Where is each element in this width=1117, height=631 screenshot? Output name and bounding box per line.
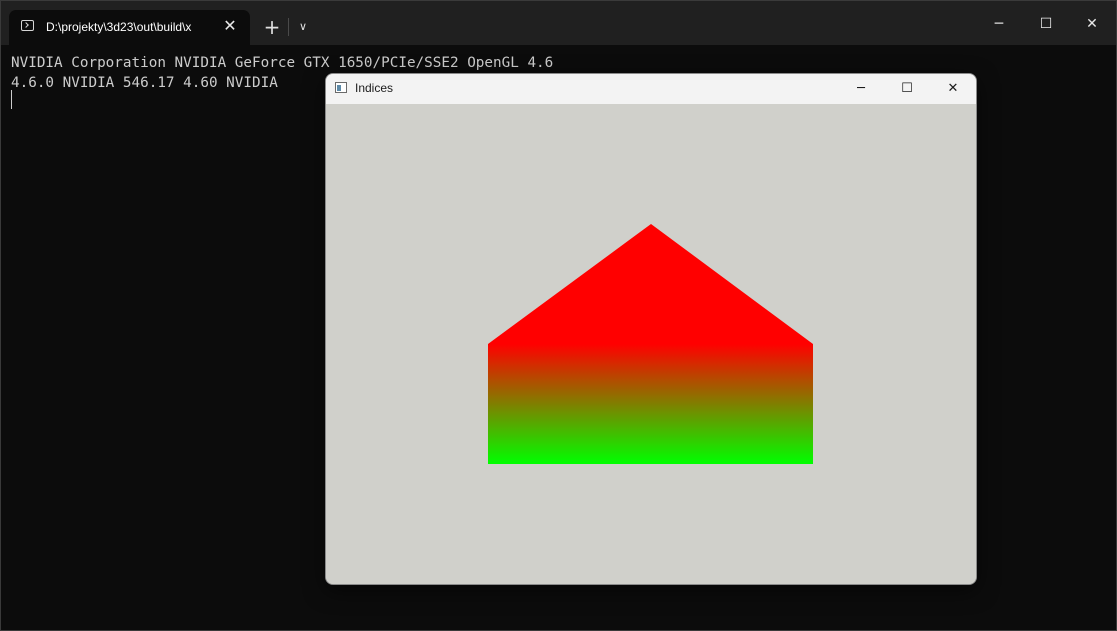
- render-surface: [488, 224, 813, 464]
- terminal-close-button[interactable]: ✕: [1069, 9, 1115, 39]
- window-title: Indices: [355, 81, 394, 95]
- tab-dropdown-button[interactable]: ∨: [293, 15, 313, 39]
- terminal-tab-bar: D:\projekty\3d23\out\build\x ✕ + ∨ ─ ☐ ✕: [1, 1, 1116, 45]
- terminal-cursor: [11, 90, 12, 109]
- render-canvas[interactable]: [326, 104, 976, 584]
- new-tab-button[interactable]: +: [260, 15, 284, 39]
- app-window-icon: [335, 82, 347, 93]
- terminal-maximize-button[interactable]: ☐: [1023, 9, 1069, 39]
- opengl-window: Indices ─ ☐ ✕: [326, 74, 976, 584]
- tab-separator: [288, 18, 289, 36]
- window-maximize-button[interactable]: ☐: [884, 74, 930, 104]
- terminal-minimize-button[interactable]: ─: [976, 9, 1022, 39]
- terminal-tab[interactable]: D:\projekty\3d23\out\build\x ✕: [9, 10, 250, 45]
- terminal-icon: [21, 20, 34, 31]
- tab-close-icon[interactable]: ✕: [222, 18, 238, 34]
- opengl-titlebar[interactable]: Indices ─ ☐ ✕: [326, 74, 976, 104]
- window-close-button[interactable]: ✕: [930, 74, 976, 104]
- tab-title: D:\projekty\3d23\out\build\x: [46, 20, 192, 34]
- output-line: NVIDIA Corporation NVIDIA GeForce GTX 16…: [11, 55, 554, 71]
- window-minimize-button[interactable]: ─: [838, 74, 884, 104]
- house-shape: [488, 224, 813, 464]
